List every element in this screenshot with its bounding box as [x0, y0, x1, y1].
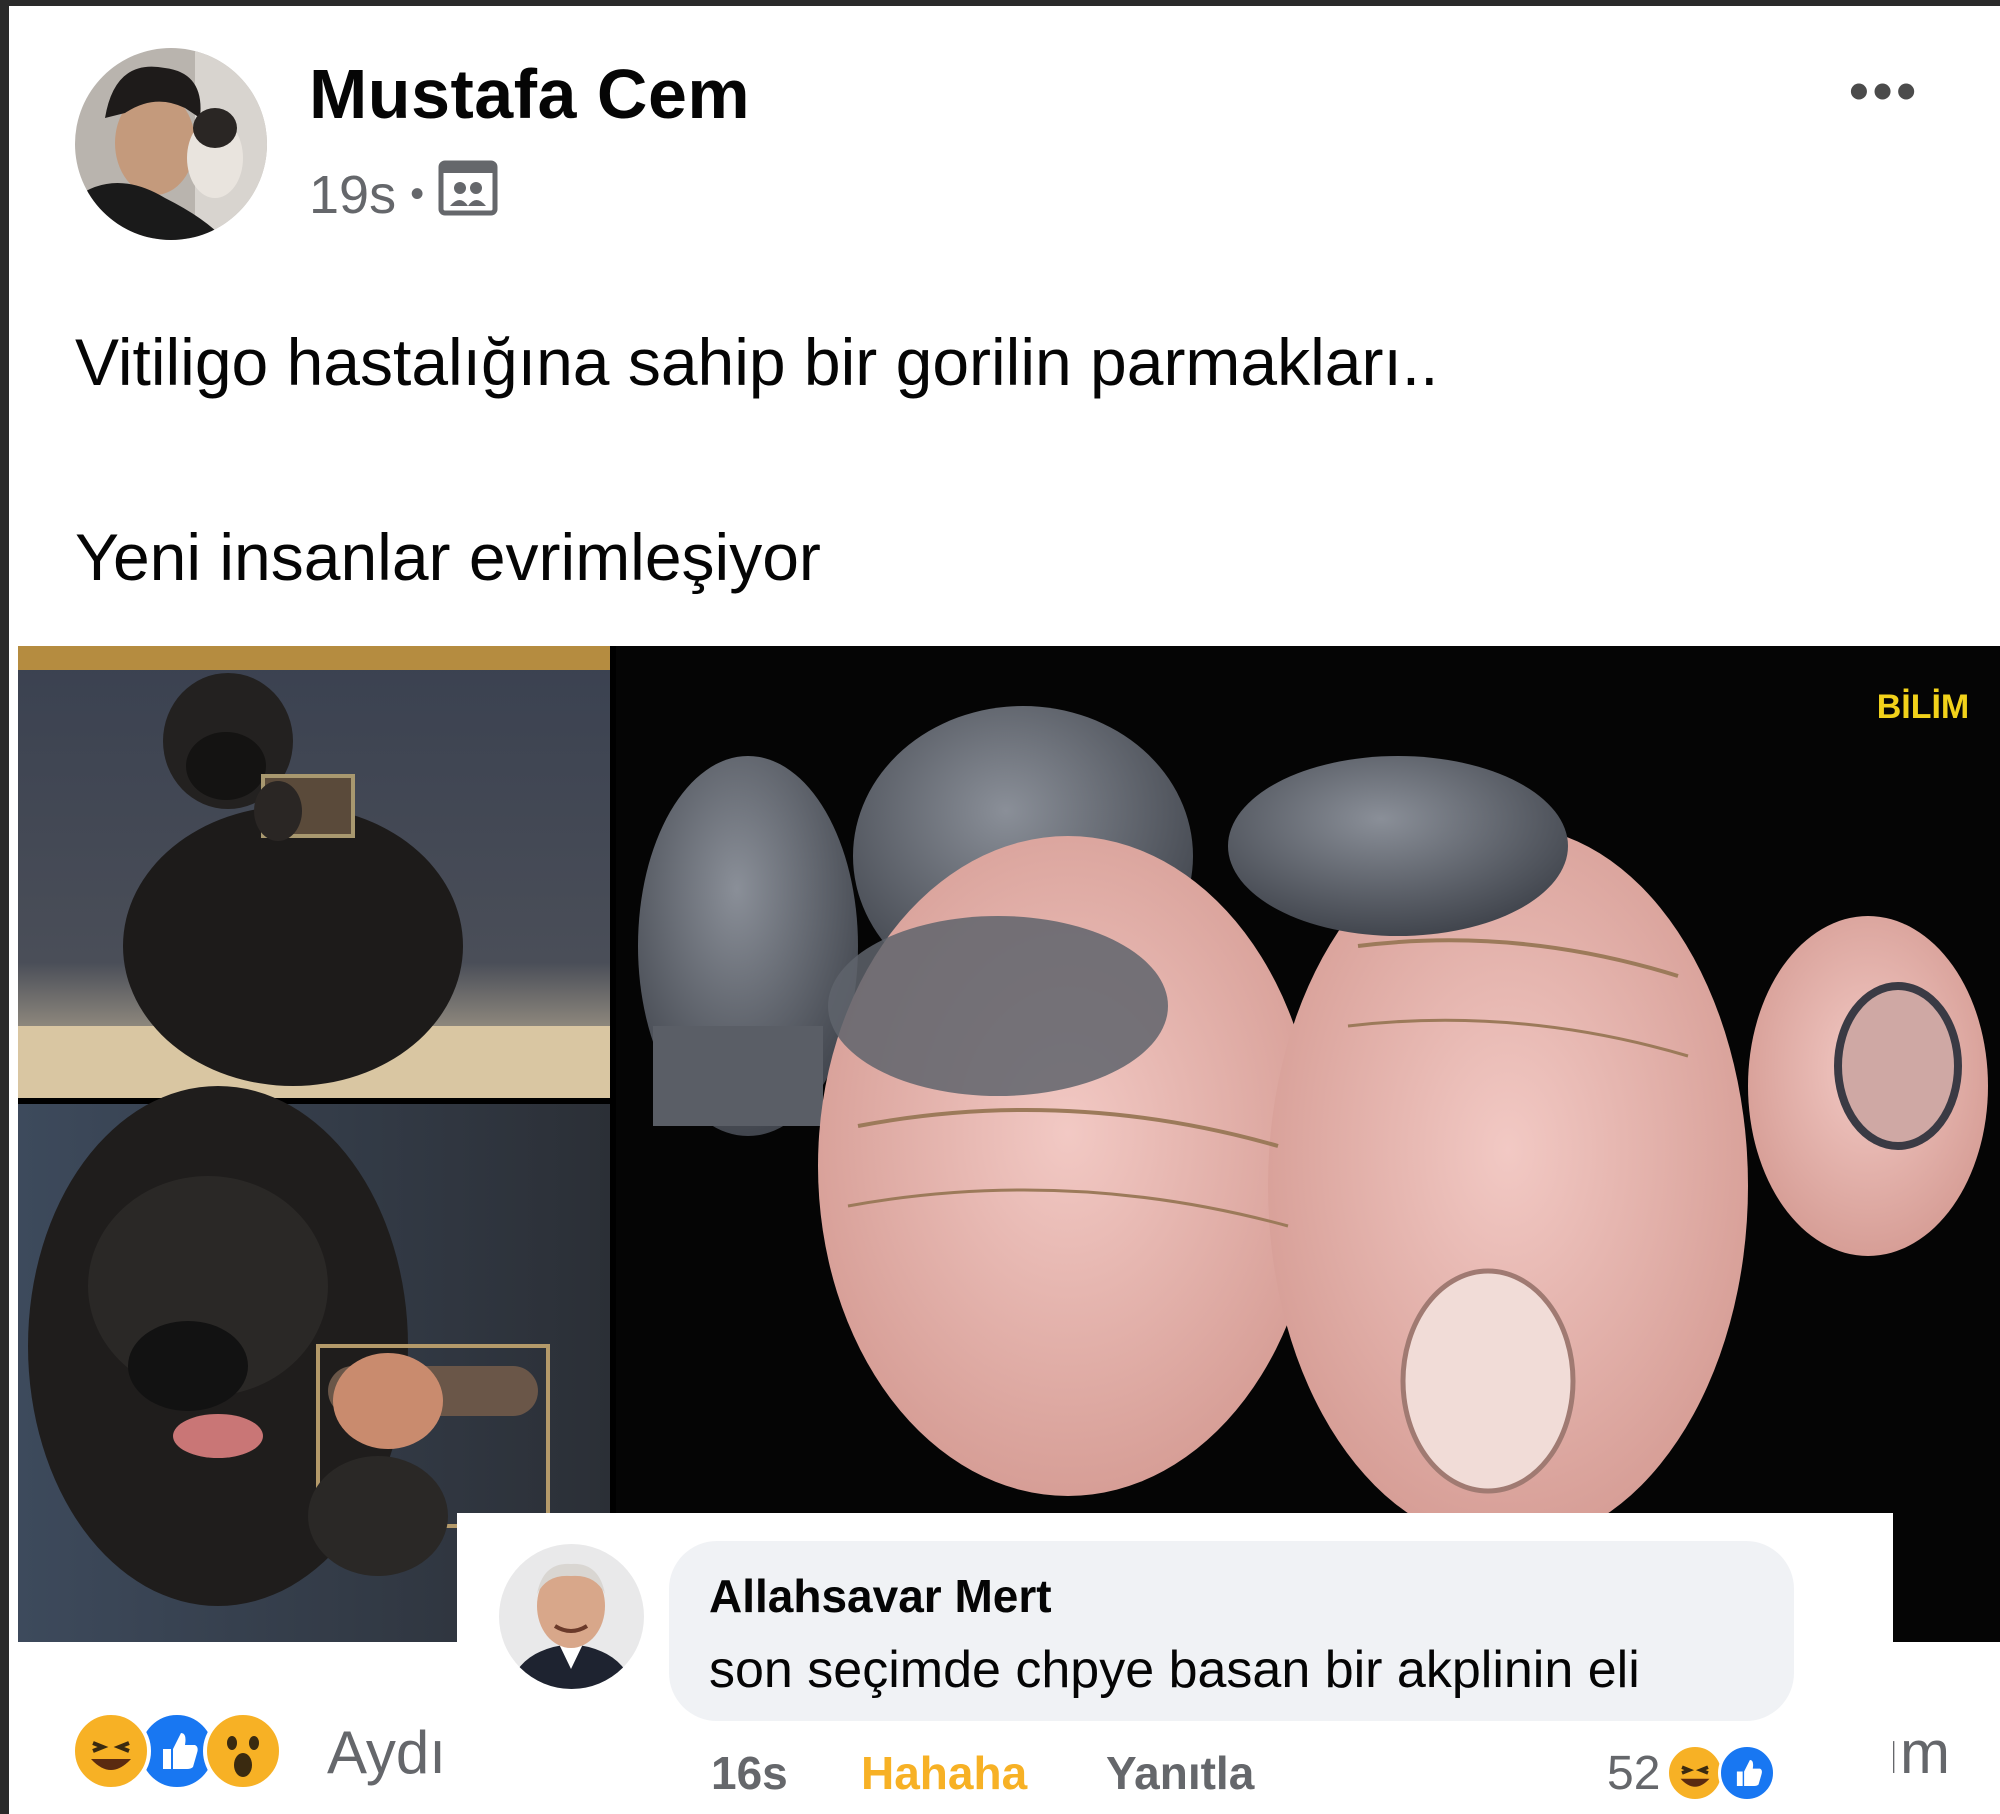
post-card: Mustafa Cem 19s • ••• Vitiligo hastalığı… [0, 0, 2000, 1814]
comment-reaction-button[interactable]: Hahaha [861, 1746, 1106, 1800]
reactors-text[interactable]: Aydı [327, 1718, 446, 1787]
comments-count-text[interactable]: ım [1883, 1718, 1950, 1787]
post-image[interactable]: BİLİM [18, 646, 2000, 1642]
post-time[interactable]: 19s [309, 164, 396, 226]
wow-icon [203, 1711, 283, 1791]
author-name[interactable]: Mustafa Cem [309, 54, 750, 134]
group-audience-icon [438, 160, 498, 229]
comment-text: son seçimde chpye basan bir akplinin eli [709, 1641, 1640, 1699]
haha-icon [1666, 1744, 1725, 1802]
reaction-icons[interactable] [71, 1711, 283, 1791]
comment-reaction-summary[interactable]: 52 [1607, 1744, 1777, 1802]
comment-reaction-count: 52 [1607, 1746, 1661, 1800]
comment-time[interactable]: 16s [711, 1746, 861, 1800]
gorilla-hand-vitiligo-photo [616, 646, 2000, 1642]
watermark-logo: BİLİM [1877, 688, 1970, 726]
meta-separator: • [410, 172, 425, 216]
like-icon [1718, 1744, 1777, 1802]
reply-button[interactable]: Yanıtla [1106, 1746, 1366, 1800]
post-meta: 19s • [309, 160, 498, 229]
commenter-name[interactable]: Allahsavar Mert [709, 1569, 1052, 1623]
more-options-button[interactable]: ••• [1849, 58, 1920, 123]
gorilla-camera-photo [18, 646, 610, 1098]
post-text-line-1: Vitiligo hastalığına sahip bir gorilin p… [75, 325, 1439, 399]
haha-icon [71, 1711, 151, 1791]
commenter-avatar[interactable] [499, 1544, 644, 1689]
comment-actions: 16s Hahaha Yanıtla [711, 1746, 1366, 1800]
post-text-line-2: Yeni insanlar evrimleşiyor [75, 520, 821, 594]
author-avatar[interactable] [75, 48, 267, 240]
